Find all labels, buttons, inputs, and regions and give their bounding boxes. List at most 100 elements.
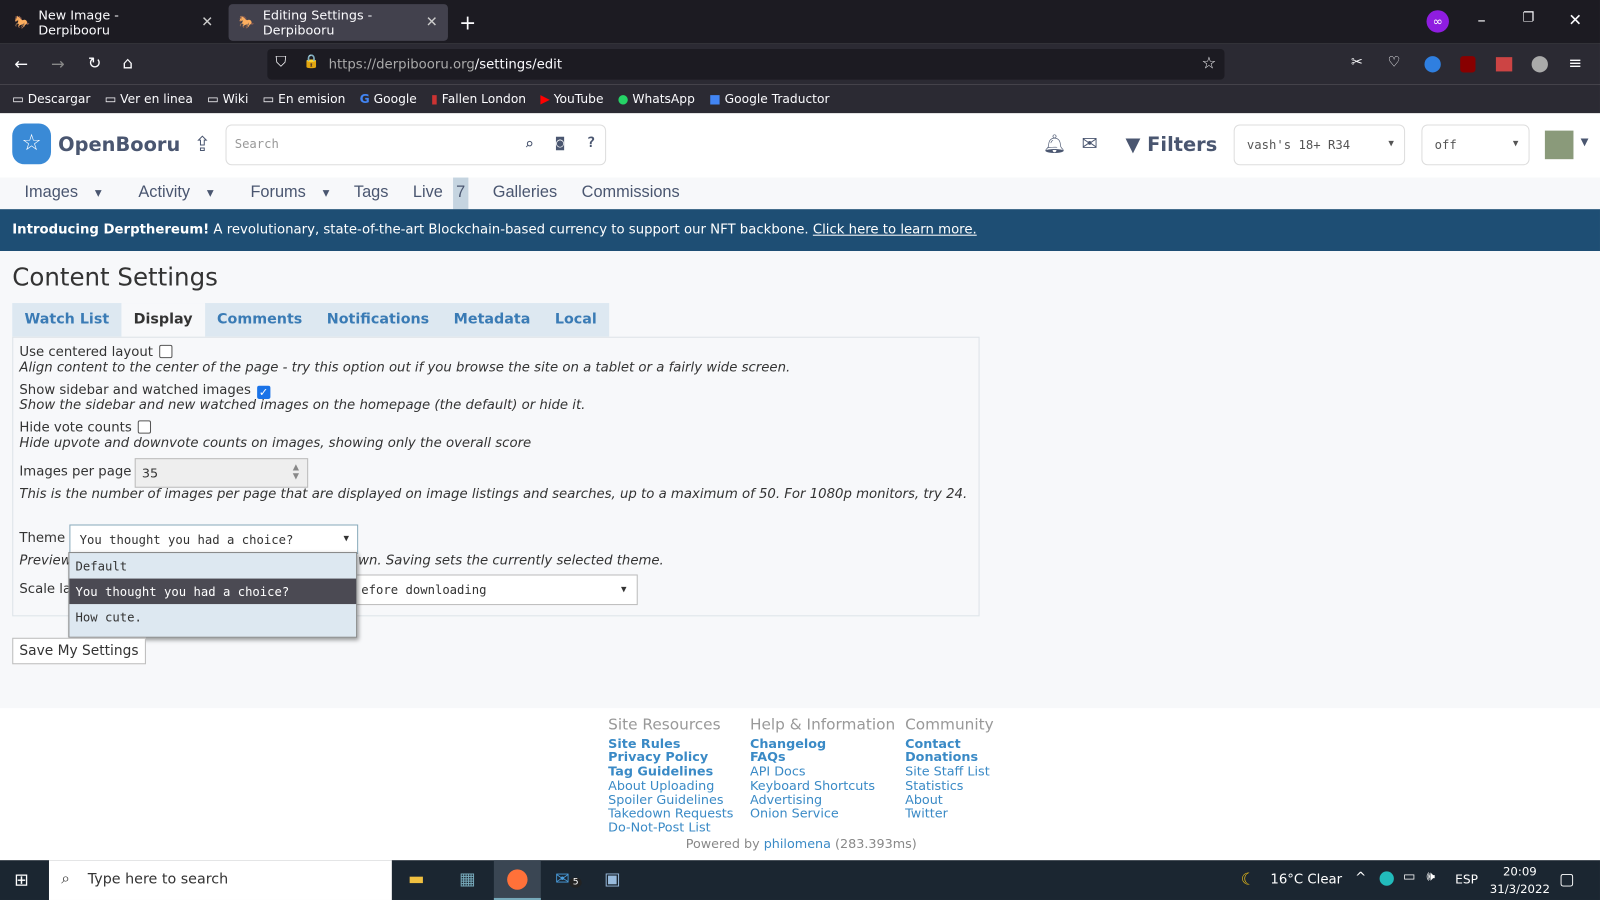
ublock-icon[interactable] bbox=[1460, 56, 1476, 73]
footer-link[interactable]: Spoiler Guidelines bbox=[608, 792, 733, 806]
live-count-badge[interactable]: 7 bbox=[453, 177, 469, 210]
eset-icon[interactable] bbox=[1379, 871, 1394, 886]
footer-link[interactable]: Site Rules bbox=[608, 736, 733, 750]
avatar-chevron-down-icon[interactable]: ▼ bbox=[1581, 137, 1589, 148]
forward-icon[interactable]: → bbox=[51, 54, 65, 73]
theme-select[interactable]: You thought you had a choice? ▼ bbox=[69, 524, 359, 555]
tab-comments[interactable]: Comments bbox=[205, 303, 315, 337]
help-icon[interactable]: ? bbox=[587, 135, 596, 151]
footer-link[interactable]: Onion Service bbox=[750, 806, 895, 820]
bookmark[interactable]: ▶ YouTube bbox=[540, 92, 603, 106]
bookmark[interactable]: ▭ Ver en linea bbox=[105, 92, 193, 106]
theme-option-selected[interactable]: You thought you had a choice? bbox=[69, 578, 357, 605]
footer-link[interactable]: Donations bbox=[905, 750, 994, 764]
pocket-icon[interactable]: ♡ bbox=[1388, 54, 1401, 70]
logo-icon[interactable]: ☆ bbox=[12, 123, 52, 165]
network-icon[interactable]: ▭ bbox=[1403, 869, 1416, 884]
centered-layout-checkbox[interactable] bbox=[159, 344, 173, 359]
bookmark[interactable]: ▭ Descargar bbox=[12, 92, 90, 106]
nav-forums[interactable]: Forums ▾ bbox=[226, 178, 342, 210]
close-tab-icon[interactable]: ✕ bbox=[426, 14, 438, 30]
tab-watch-list[interactable]: Watch List bbox=[12, 303, 121, 337]
bookmark[interactable]: ● WhatsApp bbox=[618, 92, 695, 106]
theme-option[interactable]: How cute. bbox=[69, 604, 356, 630]
messages-envelope-icon[interactable]: ✉ bbox=[1082, 133, 1098, 155]
save-settings-button[interactable]: Save My Settings bbox=[12, 637, 146, 665]
screenshot-icon[interactable]: ✂ bbox=[1351, 54, 1363, 70]
nav-tags[interactable]: Tags bbox=[342, 178, 401, 210]
footer-link[interactable]: Do-Not-Post List bbox=[608, 820, 733, 834]
images-per-page-input[interactable]: 35 ▲ ▼ bbox=[134, 458, 309, 488]
footer-link[interactable]: Advertising bbox=[750, 792, 895, 806]
minimize-icon[interactable]: – bbox=[1478, 10, 1486, 29]
mail-icon[interactable]: ✉ 5 bbox=[555, 869, 582, 890]
footer-link[interactable]: Privacy Policy bbox=[608, 750, 733, 764]
footer-link[interactable]: Keyboard Shortcuts bbox=[750, 778, 895, 792]
bookmark[interactable]: ▮ Fallen London bbox=[431, 92, 526, 106]
search-icon[interactable]: ⌕ bbox=[524, 135, 533, 153]
home-icon[interactable]: ⌂ bbox=[122, 53, 132, 72]
philomena-link[interactable]: philomena bbox=[764, 836, 831, 851]
bookmark[interactable]: ▭ Wiki bbox=[207, 92, 248, 106]
camera-icon[interactable]: ◙ bbox=[556, 136, 564, 151]
app-icon[interactable]: ▣ bbox=[604, 869, 620, 889]
footer-link[interactable]: Site Staff List bbox=[905, 764, 994, 778]
notifications-icon[interactable]: ▢ bbox=[1559, 869, 1574, 888]
footer-link[interactable]: Takedown Requests bbox=[608, 806, 733, 820]
globe-icon[interactable] bbox=[1531, 56, 1548, 73]
filters-link[interactable]: ▼ Filters bbox=[1126, 134, 1218, 156]
search-input[interactable]: Search ⌕ ◙ ? bbox=[225, 124, 607, 166]
tab-display[interactable]: Display bbox=[121, 303, 205, 337]
spoiler-select[interactable]: off ▼ bbox=[1421, 124, 1530, 166]
footer-link[interactable]: Tag Guidelines bbox=[608, 764, 733, 778]
upload-icon[interactable]: ⇪ bbox=[194, 132, 211, 156]
tab-notifications[interactable]: Notifications bbox=[315, 303, 442, 337]
calculator-icon[interactable]: ▦ bbox=[459, 869, 475, 889]
taskbar-search-input[interactable]: ⌕ Type here to search bbox=[48, 860, 392, 900]
footer-link[interactable]: Changelog bbox=[750, 736, 895, 750]
hide-vote-counts-checkbox[interactable] bbox=[137, 420, 152, 434]
reload-icon[interactable]: ↻ bbox=[88, 53, 102, 72]
theme-option[interactable]: Default bbox=[69, 553, 356, 579]
extension-icon[interactable] bbox=[1495, 57, 1513, 72]
language-indicator[interactable]: ESP bbox=[1455, 872, 1478, 886]
nav-commissions[interactable]: Commissions bbox=[569, 178, 691, 210]
windows-start-icon[interactable]: ⊞ bbox=[14, 870, 29, 890]
tab-metadata[interactable]: Metadata bbox=[441, 303, 542, 337]
scale-large-images-select[interactable]: efore downloading ▼ bbox=[349, 574, 638, 606]
footer-link[interactable]: FAQs bbox=[750, 750, 895, 764]
browser-tab-active[interactable]: 🐎 Editing Settings - Derpibooru ✕ bbox=[228, 4, 448, 41]
close-tab-icon[interactable]: ✕ bbox=[201, 14, 213, 30]
footer-link[interactable]: Statistics bbox=[905, 778, 994, 792]
bookmark[interactable]: G Google bbox=[360, 92, 417, 106]
bookmark[interactable]: ■ Google Traductor bbox=[709, 92, 829, 106]
footer-link[interactable]: Contact bbox=[905, 736, 994, 750]
bookmark-star-icon[interactable]: ☆ bbox=[1202, 53, 1217, 72]
site-logo-text[interactable]: OpenBooru bbox=[58, 134, 180, 156]
extension-icon[interactable] bbox=[1424, 56, 1441, 73]
clock[interactable]: 20:09 31/3/2022 bbox=[1490, 863, 1550, 898]
nav-galleries[interactable]: Galleries bbox=[468, 178, 569, 210]
learn-more-link[interactable]: Click here to learn more. bbox=[813, 222, 977, 237]
close-window-icon[interactable]: ✕ bbox=[1568, 10, 1582, 29]
browser-tab[interactable]: 🐎 New Image - Derpibooru ✕ bbox=[4, 4, 223, 41]
notifications-bell-icon[interactable]: 🔔︎ bbox=[1043, 134, 1066, 155]
new-tab-icon[interactable]: + bbox=[459, 10, 476, 34]
menu-icon[interactable]: ≡ bbox=[1568, 53, 1582, 72]
nav-activity[interactable]: Activity ▾ bbox=[114, 178, 226, 210]
firefox-taskbar-button[interactable] bbox=[493, 860, 541, 900]
volume-icon[interactable]: 🕪︎ bbox=[1427, 869, 1435, 884]
filter-select[interactable]: vash's 18+ R34 ▼ bbox=[1233, 124, 1406, 166]
footer-link[interactable]: About Uploading bbox=[608, 778, 733, 792]
weather-text[interactable]: 16°C Clear bbox=[1270, 872, 1342, 887]
tray-chevron-up-icon[interactable]: ^ bbox=[1355, 870, 1366, 885]
file-explorer-icon[interactable]: ▬ bbox=[408, 869, 424, 889]
tab-local[interactable]: Local bbox=[543, 303, 609, 337]
restore-icon[interactable]: ❐ bbox=[1522, 10, 1534, 25]
back-icon[interactable]: ← bbox=[14, 54, 28, 73]
nav-images[interactable]: Images ▾ bbox=[0, 178, 114, 210]
footer-link[interactable]: Twitter bbox=[905, 806, 994, 820]
bookmark[interactable]: ▭ En emision bbox=[263, 92, 346, 106]
nav-live[interactable]: Live bbox=[401, 178, 453, 210]
url-bar[interactable]: ⛉ 🔒 https://derpibooru.org/settings/edit… bbox=[267, 48, 1225, 80]
